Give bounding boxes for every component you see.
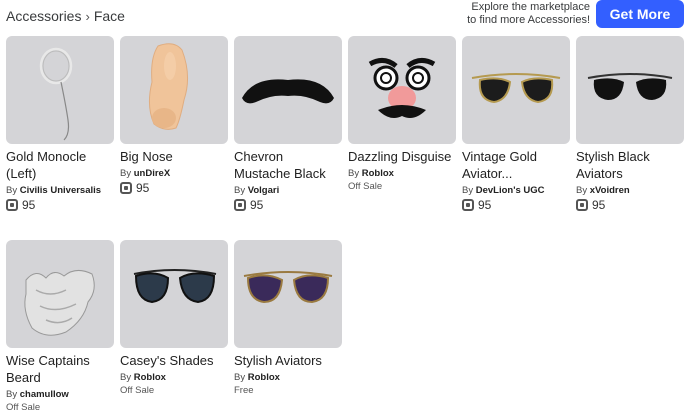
creator-link[interactable]: chamullow xyxy=(20,389,69,400)
item-name[interactable]: Vintage Gold Aviator... xyxy=(462,148,570,182)
beard-image xyxy=(24,270,95,336)
item-card-chevron-mustache[interactable]: Chevron Mustache Black By Volgari 95 xyxy=(234,36,342,212)
item-card-stylish-black-aviators[interactable]: Stylish Black Aviators By xVoidren 95 xyxy=(576,36,684,212)
item-thumbnail[interactable] xyxy=(348,36,456,144)
item-thumbnail[interactable] xyxy=(462,36,570,144)
creator-link[interactable]: xVoidren xyxy=(590,185,630,196)
item-thumbnail[interactable] xyxy=(234,240,342,348)
marketplace-promo: Explore the marketplace to find more Acc… xyxy=(467,0,684,28)
item-creator: By Roblox xyxy=(234,372,280,383)
creator-link[interactable]: DevLion's UGC xyxy=(476,185,545,196)
item-card-caseys-shades[interactable]: Casey's Shades By Roblox Off Sale xyxy=(120,240,228,396)
item-creator: By chamullow xyxy=(6,389,69,400)
item-name[interactable]: Stylish Black Aviators xyxy=(576,148,684,182)
item-name[interactable]: Chevron Mustache Black xyxy=(234,148,342,182)
item-price: 95 xyxy=(234,198,342,212)
nose-image xyxy=(148,43,188,130)
creator-link[interactable]: Roblox xyxy=(134,372,166,383)
creator-link[interactable]: Roblox xyxy=(248,372,280,383)
robux-icon xyxy=(462,199,474,211)
item-creator: By Civilis Universalis xyxy=(6,185,102,196)
item-price: 95 xyxy=(462,198,570,212)
item-card-gold-monocle[interactable]: Gold Monocle (Left) By Civilis Universal… xyxy=(6,36,114,212)
item-creator: By xVoidren xyxy=(576,185,630,196)
item-creator: By unDireX xyxy=(120,168,171,179)
item-thumbnail[interactable] xyxy=(6,240,114,348)
item-name[interactable]: Wise Captains Beard xyxy=(6,352,114,386)
promo-text: Explore the marketplace to find more Acc… xyxy=(467,1,590,27)
item-status: Free xyxy=(234,385,254,396)
item-thumbnail[interactable] xyxy=(120,36,228,144)
creator-link[interactable]: Roblox xyxy=(362,168,394,179)
item-card-stylish-aviators[interactable]: Stylish Aviators By Roblox Free xyxy=(234,240,342,396)
item-creator: By Volgari xyxy=(234,185,280,196)
item-price: 95 xyxy=(576,198,684,212)
aviator-image xyxy=(471,73,561,104)
get-more-button[interactable]: Get More xyxy=(596,0,684,28)
breadcrumb-accessories-link[interactable]: Accessories xyxy=(6,8,81,24)
robux-icon xyxy=(120,182,132,194)
item-card-big-nose[interactable]: Big Nose By unDireX 95 xyxy=(120,36,228,195)
item-price: 95 xyxy=(120,181,228,195)
item-thumbnail[interactable] xyxy=(576,36,684,144)
robux-icon xyxy=(576,199,588,211)
item-name[interactable]: Gold Monocle (Left) xyxy=(6,148,114,182)
disguise-image xyxy=(368,58,436,118)
breadcrumb-current: Face xyxy=(93,8,125,24)
creator-link[interactable]: Civilis Universalis xyxy=(20,185,101,196)
item-status: Off Sale xyxy=(120,385,155,396)
item-name[interactable]: Dazzling Disguise xyxy=(348,148,456,165)
promo-line-1: Explore the marketplace xyxy=(471,1,590,13)
item-name[interactable]: Casey's Shades xyxy=(120,352,228,369)
shades-image xyxy=(133,269,217,304)
robux-icon xyxy=(234,199,246,211)
item-card-dazzling-disguise[interactable]: Dazzling Disguise By Roblox Off Sale xyxy=(348,36,456,192)
breadcrumb: Accessories › Face xyxy=(6,8,125,24)
item-thumbnail[interactable] xyxy=(6,36,114,144)
purple-aviator-image xyxy=(243,271,333,304)
item-thumbnail[interactable] xyxy=(120,240,228,348)
item-creator: By DevLion's UGC xyxy=(462,185,545,196)
item-card-vintage-gold-aviator[interactable]: Vintage Gold Aviator... By DevLion's UGC… xyxy=(462,36,570,212)
item-status: Off Sale xyxy=(348,181,383,192)
creator-link[interactable]: unDireX xyxy=(134,168,170,179)
item-price: 95 xyxy=(6,198,114,212)
breadcrumb-separator: › xyxy=(85,8,90,24)
black-aviator-image xyxy=(587,73,673,100)
promo-line-2: to find more Accessories! xyxy=(467,14,590,26)
item-thumbnail[interactable] xyxy=(234,36,342,144)
item-name[interactable]: Big Nose xyxy=(120,148,228,165)
creator-link[interactable]: Volgari xyxy=(248,185,280,196)
monocle-image xyxy=(39,47,73,141)
item-name[interactable]: Stylish Aviators xyxy=(234,352,342,369)
item-creator: By Roblox xyxy=(348,168,394,179)
robux-icon xyxy=(6,199,18,211)
item-card-wise-captains-beard[interactable]: Wise Captains Beard By chamullow Off Sal… xyxy=(6,240,114,413)
item-creator: By Roblox xyxy=(120,372,166,383)
mustache-image xyxy=(242,79,334,104)
item-status: Off Sale xyxy=(6,402,41,413)
